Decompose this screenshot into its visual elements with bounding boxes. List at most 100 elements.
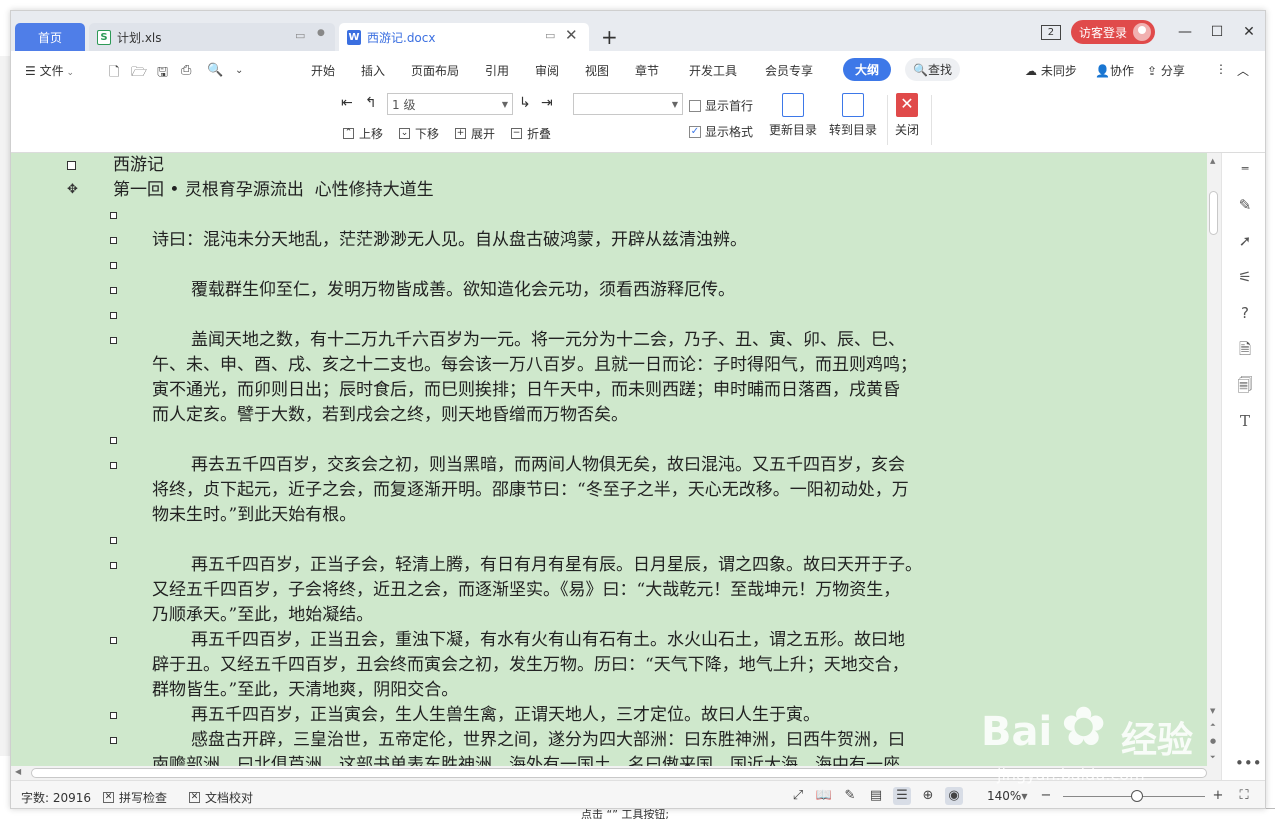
zoom-level[interactable]: 140% ▼	[987, 789, 1027, 803]
move-down-button[interactable]: ⌄ 下移	[399, 125, 439, 142]
outline-bullet-icon[interactable]	[110, 237, 117, 244]
menu-page-layout[interactable]: 页面布局	[411, 62, 459, 79]
scroll-down-icon[interactable]: ▼	[1210, 707, 1215, 715]
outline-bullet-icon[interactable]	[110, 737, 117, 744]
zoom-slider-knob[interactable]	[1131, 790, 1143, 802]
zoom-in-icon[interactable]: +	[1209, 787, 1227, 805]
demote-icon[interactable]: ↳	[519, 95, 531, 111]
find-button[interactable]: 🔍查找	[905, 58, 960, 81]
outline-view-icon[interactable]: ☰	[893, 787, 911, 805]
window-count-badge[interactable]: 2	[1040, 24, 1061, 40]
web-view-icon[interactable]: ⊕	[919, 787, 937, 805]
menu-chapter[interactable]: 章节	[635, 62, 659, 79]
outline-bullet-icon[interactable]	[110, 287, 117, 294]
write-mode-icon[interactable]: ✎	[841, 787, 859, 805]
close-tab-icon[interactable]: ✕	[565, 26, 578, 44]
outline-bullet-icon[interactable]	[110, 712, 117, 719]
horizontal-scroll-thumb[interactable]	[31, 768, 1207, 778]
word-count[interactable]: 字数: 20916	[21, 789, 91, 806]
outline-bullet-icon[interactable]	[110, 462, 117, 469]
monitor-icon[interactable]: ▭	[545, 29, 555, 42]
save-icon[interactable]: 🖫	[157, 63, 168, 85]
prev-page-icon[interactable]: ⏶	[1210, 721, 1216, 730]
move-up-button[interactable]: ⌃ 上移	[343, 125, 383, 142]
show-first-line-checkbox[interactable]: 显示首行	[689, 97, 753, 114]
eye-protection-icon[interactable]: ◉	[945, 787, 963, 805]
cursor-icon[interactable]: ➚	[1235, 231, 1255, 251]
tab-xiyouji-docx[interactable]: W 西游记.docx ▭ ✕	[339, 23, 589, 51]
expand-button[interactable]: + 展开	[455, 125, 495, 142]
outline-bullet-icon[interactable]	[110, 537, 117, 544]
share-button[interactable]: ⇪ 分享	[1147, 62, 1185, 79]
collapse-ribbon-icon[interactable]: ︿	[1237, 62, 1249, 79]
proofread-button[interactable]: ✕ 文档校对	[189, 789, 253, 806]
new-tab-button[interactable]: +	[601, 25, 618, 49]
outline-bullet-icon[interactable]	[110, 437, 117, 444]
close-window-icon[interactable]: ✕	[1233, 24, 1265, 40]
outline-bullet-icon[interactable]	[110, 212, 117, 219]
help-icon[interactable]: ?	[1235, 303, 1255, 323]
outline-bullet-icon[interactable]	[110, 337, 117, 344]
promote-icon[interactable]: ↰	[365, 95, 377, 111]
sync-button[interactable]: ☁ 未同步	[1025, 62, 1077, 79]
doc-settings-icon[interactable]: 🗎	[1235, 339, 1255, 359]
menu-references[interactable]: 引用	[485, 62, 509, 79]
vertical-scroll-thumb[interactable]	[1209, 191, 1218, 235]
more-icon[interactable]: •••	[1235, 753, 1262, 773]
page-view-icon[interactable]: ▤	[867, 787, 885, 805]
show-format-checkbox[interactable]: ✓ 显示格式	[689, 123, 753, 140]
collab-button[interactable]: 👤协作	[1095, 62, 1134, 79]
minimize-icon[interactable]: —	[1169, 24, 1201, 40]
fullscreen-icon[interactable]: ⤢	[789, 787, 807, 805]
fit-page-icon[interactable]: ⛶	[1235, 787, 1253, 805]
doc-search-icon[interactable]: 🗐	[1235, 375, 1255, 395]
demote-to-body-icon[interactable]: ⇥	[541, 95, 553, 111]
show-level-select[interactable]: ▼	[573, 93, 683, 115]
outline-bullet-icon[interactable]	[110, 262, 117, 269]
pen-icon[interactable]: ✎	[1235, 195, 1255, 215]
outline-bullet-minus-icon[interactable]	[67, 161, 76, 170]
more-vertical-icon[interactable]: ⋮	[1215, 62, 1227, 76]
goto-toc-button[interactable]: 转到目录	[825, 93, 881, 138]
tab-plan-xls[interactable]: S 计划.xls ▭ ●	[89, 23, 335, 51]
document-outline-area[interactable]: 西游记 ✥ 第一回 • 灵根育孕源流出 心性修持大道生 诗曰：混沌未分天地乱，茫…	[11, 153, 1207, 780]
outline-bullet-icon[interactable]	[110, 562, 117, 569]
outline-level-select[interactable]: 1 级 ▼	[387, 93, 513, 115]
maximize-icon[interactable]: ☐	[1201, 24, 1233, 40]
print-icon[interactable]: ⎙	[181, 63, 191, 78]
monitor-icon[interactable]: ▭	[295, 29, 305, 42]
select-browse-icon[interactable]: ●	[1210, 737, 1216, 745]
print-preview-icon[interactable]: 🔍	[207, 63, 223, 78]
update-toc-button[interactable]: 更新目录	[765, 93, 821, 138]
menu-view[interactable]: 视图	[585, 62, 609, 79]
guest-login-button[interactable]: 访客登录	[1070, 20, 1155, 44]
menu-review[interactable]: 审阅	[535, 62, 559, 79]
outline-bullet-plus-icon[interactable]: ✥	[67, 182, 78, 197]
collapse-button[interactable]: − 折叠	[511, 125, 551, 142]
text-icon[interactable]: T	[1235, 411, 1255, 431]
quick-access-more-icon[interactable]: ⌄	[235, 65, 243, 76]
sliders-icon[interactable]: ⚟	[1235, 267, 1255, 287]
outline-bullet-icon[interactable]	[110, 312, 117, 319]
file-menu[interactable]: ☰ 文件 ⌄	[25, 62, 74, 79]
tab-home[interactable]: 首页	[15, 23, 85, 51]
menu-insert[interactable]: 插入	[361, 62, 385, 79]
open-folder-icon[interactable]: 🗁	[131, 63, 147, 85]
new-doc-icon[interactable]: 🗋	[109, 63, 119, 85]
scroll-up-icon[interactable]: ▲	[1210, 157, 1215, 165]
horizontal-scrollbar[interactable]: ◀	[11, 766, 1207, 780]
menu-developer[interactable]: 开发工具	[689, 62, 737, 79]
reading-mode-icon[interactable]: 📖	[815, 787, 833, 805]
spell-check-button[interactable]: ✕ 拼写检查	[103, 789, 167, 806]
promote-top-icon[interactable]: ⇤	[341, 95, 353, 111]
menu-start[interactable]: 开始	[311, 62, 335, 79]
menu-outline[interactable]: 大纲	[843, 58, 892, 81]
menu-member[interactable]: 会员专享	[765, 62, 813, 79]
outline-bullet-icon[interactable]	[110, 637, 117, 644]
next-page-icon[interactable]: ⏷	[1210, 753, 1216, 762]
close-outline-button[interactable]: ✕ 关闭	[879, 93, 935, 138]
vertical-scrollbar[interactable]: ▲ ▼ ⏶ ● ⏷	[1207, 153, 1221, 780]
scroll-left-icon[interactable]: ◀	[15, 767, 21, 776]
drag-handle-icon[interactable]: ═	[1235, 159, 1255, 179]
zoom-out-icon[interactable]: −	[1037, 787, 1055, 805]
